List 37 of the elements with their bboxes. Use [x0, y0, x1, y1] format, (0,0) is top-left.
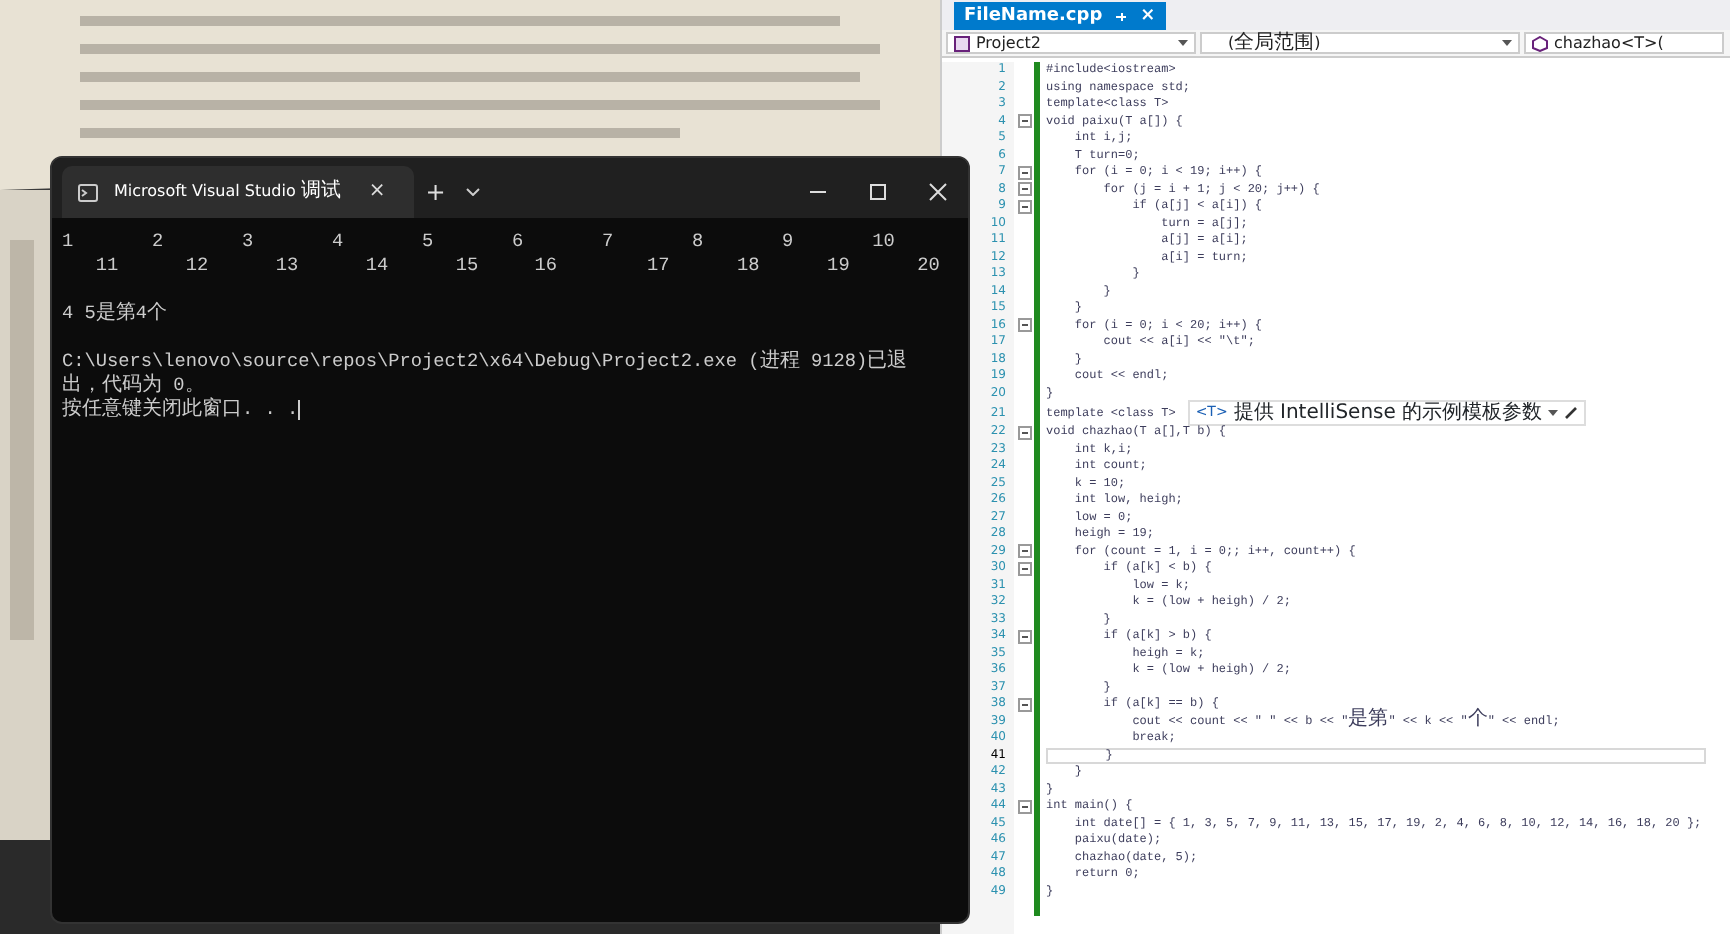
console-line: 按任意键关闭此窗口. . .	[62, 398, 299, 422]
collapse-icon[interactable]	[1017, 165, 1031, 180]
collapse-icon[interactable]	[1017, 799, 1031, 814]
collapse-icon[interactable]	[1017, 199, 1031, 214]
dropdown[interactable]: (全局范围)	[1200, 32, 1520, 54]
collapse-icon[interactable]	[1017, 114, 1031, 129]
file-tab[interactable]: FileName.cpp ×	[954, 2, 1166, 30]
collapse-icon[interactable]	[1017, 182, 1031, 197]
collapse-icon[interactable]	[1017, 318, 1031, 333]
collapse-icon[interactable]	[1017, 629, 1031, 644]
collapse-icon[interactable]	[1017, 561, 1031, 576]
edit-icon	[1564, 406, 1579, 420]
tab-close-button[interactable]: ×	[356, 166, 398, 218]
pin-icon	[1114, 9, 1129, 23]
project-icon	[954, 35, 970, 51]
close-button[interactable]: ×	[1140, 2, 1156, 30]
maximize-icon	[868, 182, 888, 202]
dropdown[interactable]: Project2	[946, 32, 1196, 54]
caret-icon	[1548, 410, 1559, 416]
close-icon	[928, 182, 948, 202]
caret-icon	[1502, 40, 1512, 46]
console-line: 11 12 13 14 15 16 17 18 19 20	[93, 254, 940, 278]
console-line: 4 5是第4个	[62, 302, 168, 326]
console-line: C:\Users\lenovo\source\repos\Project2\x64\Debug\Project2.exe (进程 9128)已退	[62, 350, 908, 374]
new-tab-button[interactable]: +	[413, 166, 458, 218]
collapse-icon[interactable]	[1017, 425, 1031, 440]
console-line: 1 2 3 4 5 6 7 8 9 10	[62, 230, 895, 254]
cube-icon	[1532, 35, 1548, 51]
chevron-icon	[466, 188, 481, 196]
collapse-icon[interactable]	[1017, 697, 1031, 712]
collapse-icon[interactable]	[1017, 544, 1031, 559]
console-tab[interactable]: Microsoft Visual Studio 调试 ×	[62, 166, 414, 218]
terminal-icon	[78, 183, 98, 201]
hint-text: 提供 IntelliSense 的示例模板参数	[1233, 402, 1543, 424]
caret-icon	[1178, 40, 1188, 46]
dropdown[interactable]: chazhao<T>(	[1524, 32, 1724, 54]
console-line: 出，代码为 0。	[62, 374, 205, 398]
